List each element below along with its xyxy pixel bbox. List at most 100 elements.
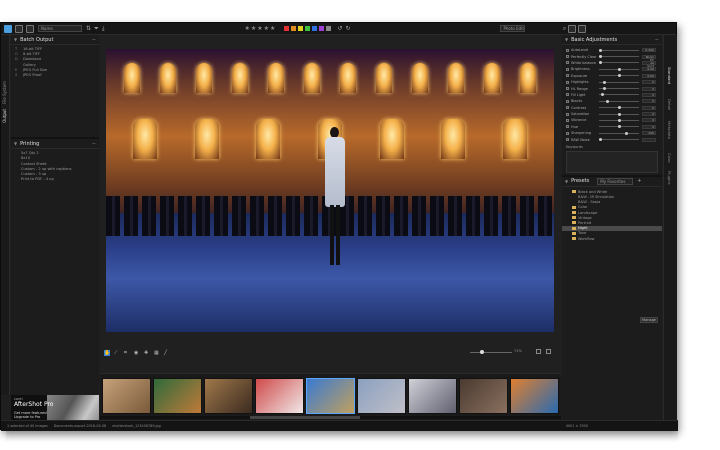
tab-metadata[interactable]: Metadata: [667, 121, 672, 139]
compare-view-icon[interactable]: [536, 349, 541, 354]
adjustment-checkbox[interactable]: [566, 55, 569, 59]
slider-handle[interactable]: [617, 112, 621, 116]
adjustment-checkbox[interactable]: [566, 67, 569, 71]
tab-file-system[interactable]: File System: [2, 81, 7, 104]
slider-handle[interactable]: [624, 131, 628, 135]
slider-handle[interactable]: [617, 74, 621, 78]
adjustment-value[interactable]: 0: [642, 99, 656, 104]
grid-view-icon[interactable]: [15, 24, 23, 33]
color-label-swatch[interactable]: [312, 26, 318, 31]
adjustment-value[interactable]: 100: [642, 131, 656, 136]
tab-detail[interactable]: Detail: [667, 99, 672, 110]
panel-menu-icon[interactable]: −: [92, 37, 96, 43]
adjustment-slider[interactable]: [599, 131, 639, 135]
panel-menu-icon[interactable]: −: [92, 141, 96, 147]
slider-handle[interactable]: [599, 138, 602, 142]
manage-presets-button[interactable]: Manage: [640, 317, 658, 323]
slider-handle[interactable]: [599, 48, 602, 52]
color-label-swatch[interactable]: [291, 26, 297, 31]
adjustment-value[interactable]: 0: [642, 80, 656, 85]
filmstrip-thumbnail[interactable]: [102, 378, 151, 414]
slider-handle[interactable]: [617, 67, 621, 71]
color-label-swatch[interactable]: [305, 26, 311, 31]
view-mode-icon[interactable]: [4, 24, 12, 33]
brush-icon[interactable]: ╱: [164, 350, 170, 356]
collapse-icon[interactable]: ▼: [14, 37, 17, 42]
filmstrip-thumbnail[interactable]: [153, 378, 202, 414]
color-label-swatch[interactable]: [298, 26, 304, 31]
adjustment-slider[interactable]: [599, 125, 639, 129]
adjustment-checkbox[interactable]: [566, 93, 569, 97]
main-photo[interactable]: [106, 49, 554, 332]
adjustment-checkbox[interactable]: [566, 125, 569, 129]
slider-handle[interactable]: [602, 80, 606, 84]
adjustment-slider[interactable]: [599, 61, 639, 65]
adjustment-slider[interactable]: [599, 99, 639, 103]
filmstrip-thumbnail[interactable]: [306, 378, 355, 414]
filter-icon[interactable]: ⏷: [94, 25, 99, 33]
adjustment-value[interactable]: 0: [642, 112, 656, 117]
rotate-right-icon[interactable]: ↻: [345, 25, 350, 32]
tab-output[interactable]: Output: [2, 109, 7, 123]
preset-item[interactable]: Workflow: [562, 237, 662, 242]
hand-tool-icon[interactable]: ✋: [104, 350, 110, 356]
adjustment-value[interactable]: 0.200: [642, 48, 656, 53]
sort-icon[interactable]: ⇅: [86, 25, 91, 32]
printing-header[interactable]: ▼ Printing −: [11, 139, 99, 150]
slider-handle[interactable]: [606, 99, 610, 103]
adjustment-value[interactable]: 0: [642, 118, 656, 123]
add-preset-icon[interactable]: +: [637, 178, 641, 184]
panel-menu-icon[interactable]: −: [655, 37, 659, 43]
export-icon[interactable]: ⤓: [102, 25, 105, 33]
slider-handle[interactable]: [599, 55, 602, 59]
adjustment-checkbox[interactable]: [566, 131, 569, 135]
adjustment-value[interactable]: 0: [642, 92, 656, 97]
region-icon[interactable]: ▦: [154, 350, 160, 356]
rating-stars[interactable]: ★★★★★: [245, 25, 277, 32]
fit-view-icon[interactable]: [546, 349, 551, 354]
adjustment-slider[interactable]: [599, 74, 639, 78]
search-icon[interactable]: ⌕: [563, 25, 566, 33]
adjustment-slider[interactable]: [599, 80, 639, 84]
slider-handle[interactable]: [617, 125, 621, 129]
color-label-swatch[interactable]: [284, 26, 290, 31]
tab-color[interactable]: Color: [667, 153, 672, 163]
adjustment-slider[interactable]: [599, 67, 639, 71]
filmstrip-scrollbar[interactable]: [100, 416, 561, 419]
tab-standard[interactable]: Standard: [667, 67, 672, 84]
slider-handle[interactable]: [599, 61, 602, 65]
zoom-slider-handle[interactable]: [480, 350, 484, 354]
heal-icon[interactable]: ✚: [144, 350, 150, 356]
fullscreen-icon[interactable]: [578, 24, 587, 33]
window-icon[interactable]: [568, 24, 577, 33]
presets-filter[interactable]: My Favorites: [597, 177, 634, 185]
menu-icon[interactable]: [26, 24, 34, 33]
adjustment-checkbox[interactable]: [566, 48, 569, 52]
adjustment-checkbox[interactable]: [566, 87, 569, 91]
adjustment-checkbox[interactable]: [566, 112, 569, 116]
filmstrip-thumbnail[interactable]: [510, 378, 559, 414]
collapse-icon[interactable]: ▼: [14, 141, 17, 146]
filmstrip-thumbnail[interactable]: [357, 378, 406, 414]
adjustment-value[interactable]: Norm PC: [642, 54, 656, 61]
adjustment-value[interactable]: 0.00: [642, 73, 656, 78]
straighten-icon[interactable]: ⟋: [114, 350, 120, 356]
adjustment-checkbox[interactable]: [566, 61, 569, 65]
adjustment-slider[interactable]: [599, 93, 639, 97]
tab-plugins[interactable]: Plugins: [667, 171, 672, 185]
adjustment-value[interactable]: 0: [642, 86, 656, 91]
filmstrip-thumbnail[interactable]: [459, 378, 508, 414]
adjustment-value[interactable]: As Shot: [642, 60, 656, 67]
adjustment-value[interactable]: [642, 137, 656, 142]
presets-header[interactable]: ▼ Presets My Favorites +: [562, 177, 662, 187]
adjustment-slider[interactable]: [599, 106, 639, 110]
crop-icon[interactable]: ⌗: [124, 350, 130, 356]
keywords-field[interactable]: [566, 150, 658, 173]
collapse-icon[interactable]: ▼: [565, 37, 568, 42]
slider-handle[interactable]: [617, 106, 621, 110]
adjustment-value[interactable]: 0: [642, 105, 656, 110]
collapse-icon[interactable]: ▼: [565, 179, 568, 184]
redeye-icon[interactable]: ◉: [134, 350, 140, 356]
color-label-swatch[interactable]: [326, 26, 332, 31]
basic-adjustments-header[interactable]: ▼ Basic Adjustments −: [562, 35, 662, 45]
